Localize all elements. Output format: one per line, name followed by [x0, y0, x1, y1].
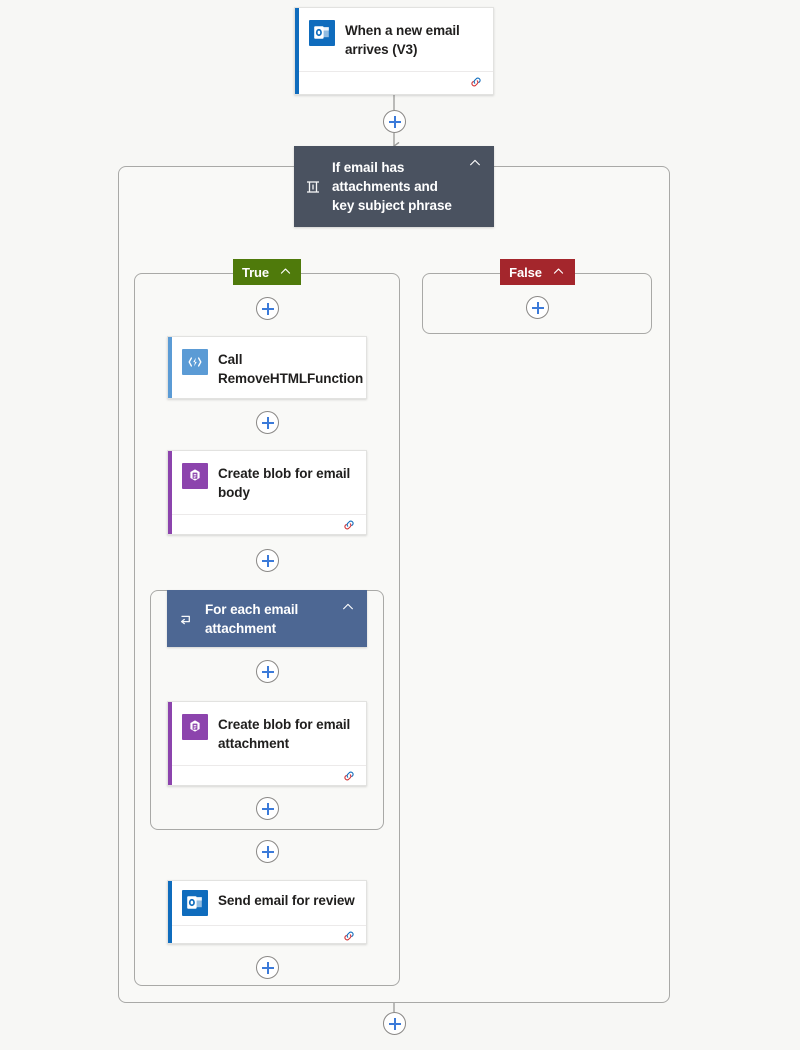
add-action-after-blob-body-button[interactable] — [256, 549, 279, 572]
card-body: Send email for review — [168, 881, 366, 925]
card-footer — [168, 514, 366, 540]
action-card-create-blob-email-attachment[interactable]: Create blob for email attachment — [167, 701, 367, 786]
add-action-after-call-function-button[interactable] — [256, 411, 279, 434]
branch-badge-true[interactable]: True — [233, 259, 301, 285]
foreach-title: For each email attachment — [205, 601, 299, 636]
chevron-up-icon[interactable] — [552, 265, 566, 279]
card-title: When a new email arrives (V3) — [345, 23, 460, 57]
loop-icon — [175, 608, 197, 630]
card-body: Create blob for email body — [168, 451, 366, 514]
trigger-card-when-new-email-arrives[interactable]: When a new email arrives (V3) — [294, 7, 494, 95]
card-accent-bar — [168, 337, 172, 398]
card-footer — [168, 925, 366, 951]
card-footer — [295, 71, 493, 97]
add-action-foreach-top-button[interactable] — [256, 660, 279, 683]
card-title: Send email for review — [218, 893, 355, 908]
card-accent-bar — [168, 451, 172, 534]
outlook-icon — [182, 890, 208, 916]
card-title: Call RemoveHTMLFunction — [218, 352, 364, 386]
card-footer — [168, 765, 366, 791]
condition-icon — [302, 176, 324, 198]
add-action-after-trigger-button[interactable] — [383, 110, 406, 133]
connection-link-icon[interactable] — [342, 518, 356, 537]
condition-title: If email has attachments and key subject… — [332, 160, 452, 213]
connection-link-icon[interactable] — [342, 929, 356, 948]
connection-link-icon[interactable] — [469, 75, 483, 94]
add-action-false-branch-button[interactable] — [526, 296, 549, 319]
action-card-call-removehtmlfunction[interactable]: Call RemoveHTMLFunction — [167, 336, 367, 399]
card-title: Create blob for email attachment — [218, 717, 351, 751]
chevron-up-icon[interactable] — [468, 156, 484, 172]
azure-function-icon — [182, 349, 208, 375]
blob-storage-icon — [182, 714, 208, 740]
outlook-icon — [309, 20, 335, 46]
add-action-true-branch-top-button[interactable] — [256, 297, 279, 320]
add-action-true-branch-bottom-button[interactable] — [256, 956, 279, 979]
action-card-create-blob-email-body[interactable]: Create blob for email body — [167, 450, 367, 535]
card-title: Create blob for email body — [218, 466, 351, 500]
card-accent-bar — [168, 702, 172, 785]
blob-storage-icon — [182, 463, 208, 489]
branch-label-true: True — [241, 264, 270, 280]
branch-badge-false[interactable]: False — [500, 259, 575, 285]
add-action-after-foreach-button[interactable] — [256, 840, 279, 863]
card-body: Call RemoveHTMLFunction — [168, 337, 366, 400]
action-card-send-email-for-review[interactable]: Send email for review — [167, 880, 367, 944]
add-action-foreach-bottom-button[interactable] — [256, 797, 279, 820]
connection-link-icon[interactable] — [342, 769, 356, 788]
card-body: When a new email arrives (V3) — [295, 8, 493, 71]
card-body: Create blob for email attachment — [168, 702, 366, 765]
condition-header-if-email-has-attachments[interactable]: If email has attachments and key subject… — [294, 146, 494, 227]
chevron-up-icon[interactable] — [279, 265, 292, 279]
foreach-header-for-each-email-attachment[interactable]: For each email attachment — [167, 590, 367, 647]
card-accent-bar — [168, 881, 172, 943]
branch-label-false: False — [509, 264, 542, 280]
chevron-up-icon[interactable] — [341, 600, 357, 616]
workflow-canvas: When a new email arrives (V3) If email h… — [0, 0, 800, 1050]
add-action-after-condition-button[interactable] — [383, 1012, 406, 1035]
card-accent-bar — [295, 8, 299, 94]
